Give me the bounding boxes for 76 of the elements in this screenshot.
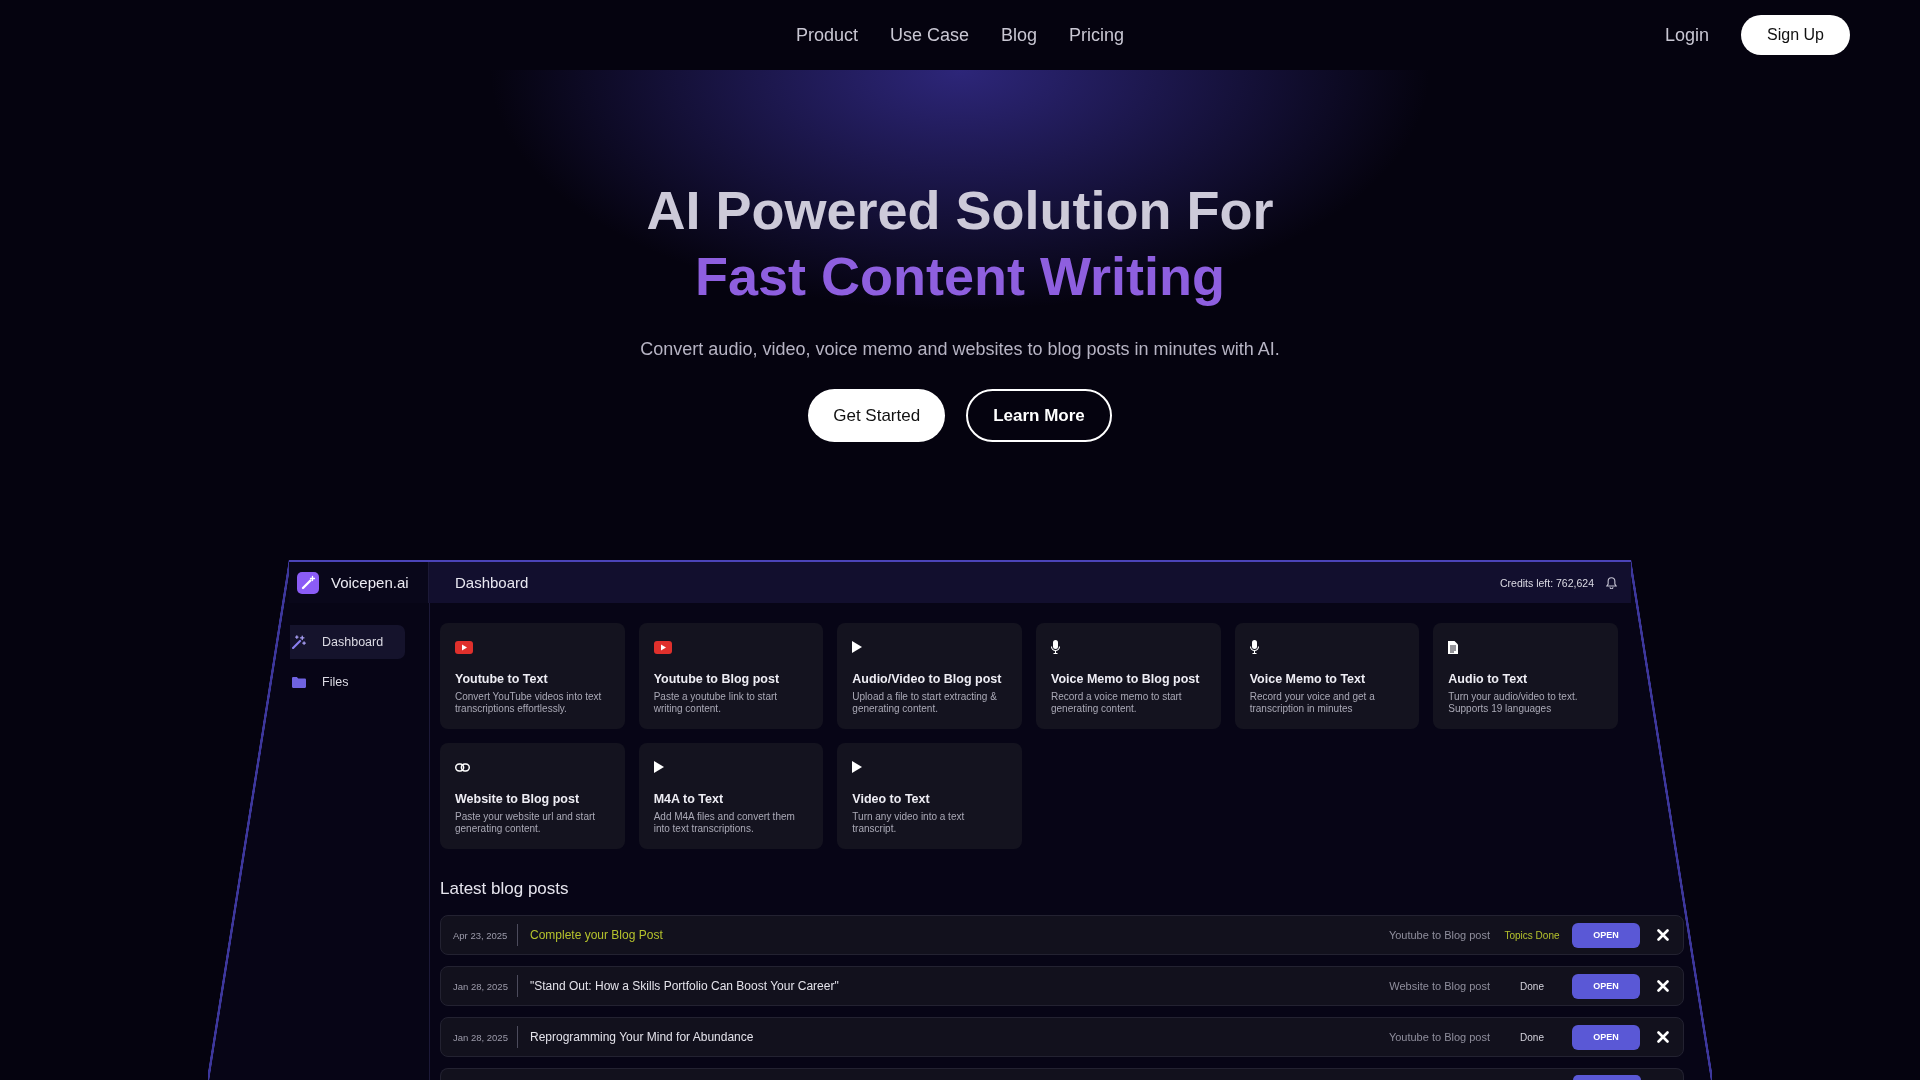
- post-title[interactable]: Reprogramming Your Mind for Abundance: [530, 1030, 1389, 1044]
- card-description: Convert YouTube videos into text transcriptions effortlessly.: [455, 691, 603, 715]
- sidebar-item[interactable]: Files: [290, 665, 405, 699]
- card-title: Youtube to Text: [455, 671, 549, 687]
- card-description: Paste your website url and start generating content.: [455, 811, 597, 835]
- wand-icon: [292, 635, 306, 649]
- folder-icon: [292, 676, 306, 688]
- microphone-icon: [1249, 640, 1259, 654]
- close-icon[interactable]: [1657, 980, 1669, 992]
- sign-up-button[interactable]: Sign Up: [1741, 15, 1850, 55]
- hero-title-highlight: Fast Content Writing: [695, 245, 1225, 308]
- card-title: Website to Blog post: [455, 791, 581, 807]
- nav-link[interactable]: Blog: [1001, 24, 1038, 46]
- sidebar-item[interactable]: Dashboard: [290, 625, 405, 659]
- tool-card[interactable]: Video to Text Turn any video into a text transcript.: [837, 743, 1022, 849]
- credits-text: Credits left: 762,624: [1500, 576, 1594, 589]
- play-icon: [653, 761, 664, 773]
- document-icon: [1448, 640, 1459, 654]
- post-date: Apr 23, 2025: [453, 929, 509, 941]
- post-title[interactable]: "Stand Out: How a Skills Portfolio Can Boost Your Career": [530, 979, 1390, 993]
- nav-link[interactable]: Product: [795, 24, 858, 46]
- tool-card[interactable]: Website to Blog post Paste your website url and start generating content.: [440, 743, 625, 849]
- post-status: Done: [1519, 1031, 1545, 1043]
- close-icon[interactable]: [1657, 929, 1669, 941]
- post-type: Youtube to Blog post: [1388, 1031, 1490, 1043]
- nav-link[interactable]: Pricing: [1069, 24, 1125, 46]
- card-title: Voice Memo to Text: [1249, 671, 1367, 687]
- hero-subtitle: Convert audio, video, voice memo and websites to blog posts in minutes with AI.: [640, 338, 1280, 361]
- hero-title: AI Powered Solution For: [646, 179, 1274, 242]
- card-description: Turn your audio/video to text. Supports 19 languages: [1448, 691, 1579, 715]
- login-link[interactable]: Login: [1665, 24, 1710, 46]
- section-heading: Latest blog posts: [440, 878, 570, 900]
- get-started-button[interactable]: Get Started: [808, 389, 946, 442]
- play-icon: [852, 641, 863, 653]
- card-title: M4A to Text: [653, 791, 725, 807]
- tool-card[interactable]: Youtube to Text Convert YouTube videos into text transcriptions effortlessly.: [440, 623, 625, 729]
- card-title: Audio to Text: [1448, 671, 1529, 687]
- card-description: Add M4A files and convert them into text transcriptions.: [653, 811, 796, 835]
- card-title: Audio/Video to Blog post: [852, 671, 1003, 687]
- post-type: Youtube to Blog post: [1388, 929, 1490, 941]
- post-date: Jan 28, 2025: [453, 980, 509, 992]
- open-button[interactable]: OPEN: [1572, 1024, 1640, 1050]
- post-type: Website to Blog post: [1389, 980, 1490, 992]
- play-icon: [852, 761, 863, 773]
- microphone-icon: [1051, 640, 1060, 654]
- button-edge[interactable]: [1573, 1075, 1641, 1080]
- post-title[interactable]: Complete your Blog Post: [530, 928, 1389, 942]
- learn-more-button[interactable]: Learn More: [966, 389, 1112, 442]
- video-icon: [455, 640, 473, 654]
- tool-card[interactable]: Youtube to Blog post Paste a youtube link to start writing content.: [638, 623, 824, 729]
- open-button[interactable]: OPEN: [1572, 922, 1640, 948]
- card-title: Video to Text: [852, 791, 931, 807]
- nav-link[interactable]: Use Case: [889, 24, 969, 46]
- close-icon[interactable]: [1657, 1031, 1669, 1043]
- logo-wand-icon: [297, 571, 319, 594]
- card-title: Voice Memo to Blog post: [1051, 671, 1201, 687]
- card-description: Turn any video into a text transcript.: [852, 811, 966, 835]
- card-description: Record a voice memo to start generating content.: [1051, 691, 1183, 715]
- card-title: Youtube to Blog post: [653, 671, 781, 687]
- card-description: Record your voice and get a transcription in minutes: [1249, 691, 1376, 715]
- tool-card[interactable]: Audio to Text Turn your audio/video to text. Supports 19 languages: [1433, 623, 1618, 729]
- post-date: Jan 28, 2025: [453, 1031, 509, 1043]
- tool-card[interactable]: M4A to Text Add M4A files and convert them into text transcriptions.: [638, 743, 824, 849]
- post-status: Done: [1519, 980, 1545, 992]
- card-description: Paste a youtube link to start writing content.: [653, 691, 779, 715]
- bell-icon[interactable]: [1606, 576, 1617, 589]
- page-title: Dashboard: [455, 574, 529, 591]
- card-description: Upload a file to start extracting & generating content.: [852, 691, 998, 715]
- link-icon: [455, 762, 470, 772]
- brand-name: Voicepen.ai: [331, 574, 409, 591]
- tool-card[interactable]: Audio/Video to Blog post Upload a file to start extracting & generating content.: [837, 623, 1022, 729]
- open-button[interactable]: OPEN: [1572, 973, 1640, 999]
- tool-card[interactable]: Voice Memo to Blog post Record a voice memo to start generating content.: [1036, 623, 1221, 729]
- post-status: Topics Done: [1503, 929, 1561, 941]
- tool-card[interactable]: Voice Memo to Text Record your voice and get a transcription in minutes: [1234, 623, 1420, 729]
- video-icon: [653, 640, 672, 654]
